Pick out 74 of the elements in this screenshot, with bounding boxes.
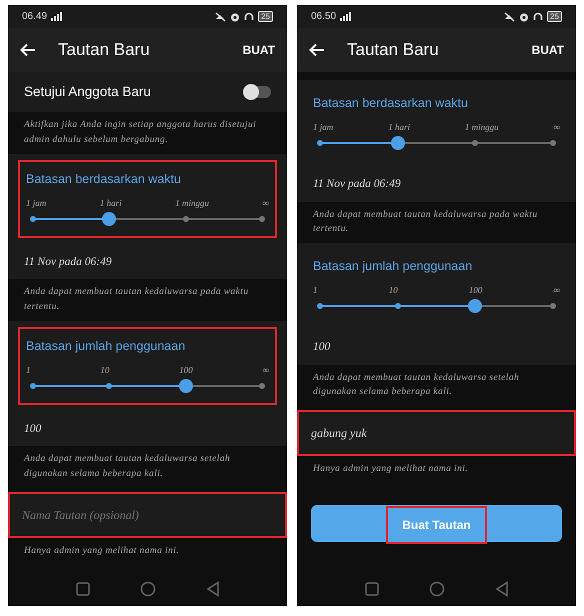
- tick-label: ∞: [262, 364, 269, 376]
- alarm-icon: [519, 12, 530, 22]
- screen-title: Tautan Baru: [58, 39, 150, 62]
- slider-tick-dot: [182, 216, 189, 222]
- section-title: Batasan berdasarkan waktu: [26, 170, 182, 188]
- screen-title: Tautan Baru: [347, 39, 439, 62]
- slider-tick-dot: [317, 303, 323, 310]
- slider-tick-dot: [394, 303, 401, 310]
- battery-indicator: 25: [547, 11, 562, 22]
- home-icon[interactable]: [140, 580, 156, 596]
- back-icon[interactable]: [206, 580, 220, 596]
- selected-value: 100: [297, 333, 576, 364]
- tick-label: ∞: [262, 196, 269, 210]
- tick-label: 1: [26, 364, 30, 376]
- status-time: 06.49: [22, 10, 48, 24]
- section-title: Batasan jumlah penggunaan: [26, 338, 186, 355]
- section-title: Batasan berdasarkan waktu: [313, 95, 469, 112]
- tick-label: 10: [388, 284, 398, 297]
- back-arrow-icon[interactable]: [20, 43, 36, 57]
- help-text: Anda dapat membuat tautan kedaluwarsa setelah digunakan selama beberapa kali.: [312, 372, 520, 399]
- tick-label: ∞: [554, 284, 560, 297]
- create-button[interactable]: BUAT: [242, 41, 275, 59]
- slider-tick-dot: [472, 140, 478, 146]
- mute-icon: [504, 12, 516, 22]
- name-input-field[interactable]: Nama Tautan (opsional): [10, 494, 285, 536]
- back-icon[interactable]: [494, 580, 508, 596]
- setting-label: Setujui Anggota Baru: [24, 83, 151, 101]
- slider-thumb[interactable]: [468, 299, 482, 314]
- tick-label: 100: [179, 364, 193, 376]
- slider-tick-dot: [550, 140, 556, 146]
- tick-label: 1 minggu: [464, 120, 499, 134]
- tick-label: 1 minggu: [175, 196, 209, 210]
- slider-tick-dot: [30, 383, 36, 389]
- help-text: Aktifkan jika Anda ingin setiap anggota harus disetujui admin dahulu sebelum bergabung.: [22, 119, 258, 146]
- tick-label: 1 jam: [26, 196, 46, 210]
- slider-tick-dot: [317, 140, 323, 146]
- slider-tick-dot: [30, 216, 36, 222]
- tick-label: ∞: [554, 120, 560, 134]
- slider-thumb[interactable]: [390, 136, 405, 150]
- selected-value: 11 Nov pada 06:49: [8, 248, 287, 280]
- slider-tick-dot: [550, 303, 556, 310]
- alarm-icon: [230, 12, 240, 22]
- back-arrow-icon[interactable]: [309, 43, 325, 57]
- help-text: Anda dapat membuat tautan kedaluwarsa pada waktu tertentu.: [22, 286, 250, 314]
- help-text: Hanya admin yang melihat nama ini.: [23, 544, 180, 558]
- help-text: Anda dapat membuat tautan kedaluwarsa setelah digunakan selama beberapa kali.: [22, 453, 232, 480]
- tick-label: 1 jam: [313, 120, 334, 134]
- tick-label: 10: [100, 364, 110, 376]
- slider-tick-dot: [106, 383, 112, 389]
- tick-label: 1 hari: [388, 120, 410, 134]
- help-text: Hanya admin yang melihat nama ini.: [312, 463, 470, 476]
- battery-indicator: 25: [258, 11, 273, 22]
- slider-tick-dot: [259, 383, 265, 389]
- create-button[interactable]: BUAT: [532, 41, 564, 59]
- tick-label: 1 hari: [100, 196, 122, 210]
- highlight-frame: Buat Tautan: [386, 506, 487, 544]
- headphones-icon: [533, 12, 544, 22]
- mute-icon: [215, 12, 226, 22]
- tick-label: 1: [313, 284, 318, 297]
- name-input-field[interactable]: gabung yuk: [299, 412, 574, 454]
- slider-thumb[interactable]: [102, 212, 116, 226]
- slider-thumb[interactable]: [178, 379, 193, 393]
- recents-icon[interactable]: [364, 582, 378, 596]
- recents-icon[interactable]: [76, 582, 90, 596]
- home-icon[interactable]: [428, 580, 444, 596]
- selected-value: 100: [8, 415, 287, 446]
- help-text: Anda dapat membuat tautan kedaluwarsa pada waktu tertentu.: [312, 208, 538, 236]
- headphones-icon: [244, 12, 254, 22]
- status-time: 06.50: [311, 10, 336, 24]
- section-title: Batasan jumlah penggunaan: [313, 258, 474, 275]
- tick-label: 100: [468, 284, 482, 297]
- toggle-switch[interactable]: [245, 86, 271, 98]
- selected-value: 11 Nov pada 06:49: [297, 170, 576, 202]
- slider-tick-dot: [259, 216, 265, 222]
